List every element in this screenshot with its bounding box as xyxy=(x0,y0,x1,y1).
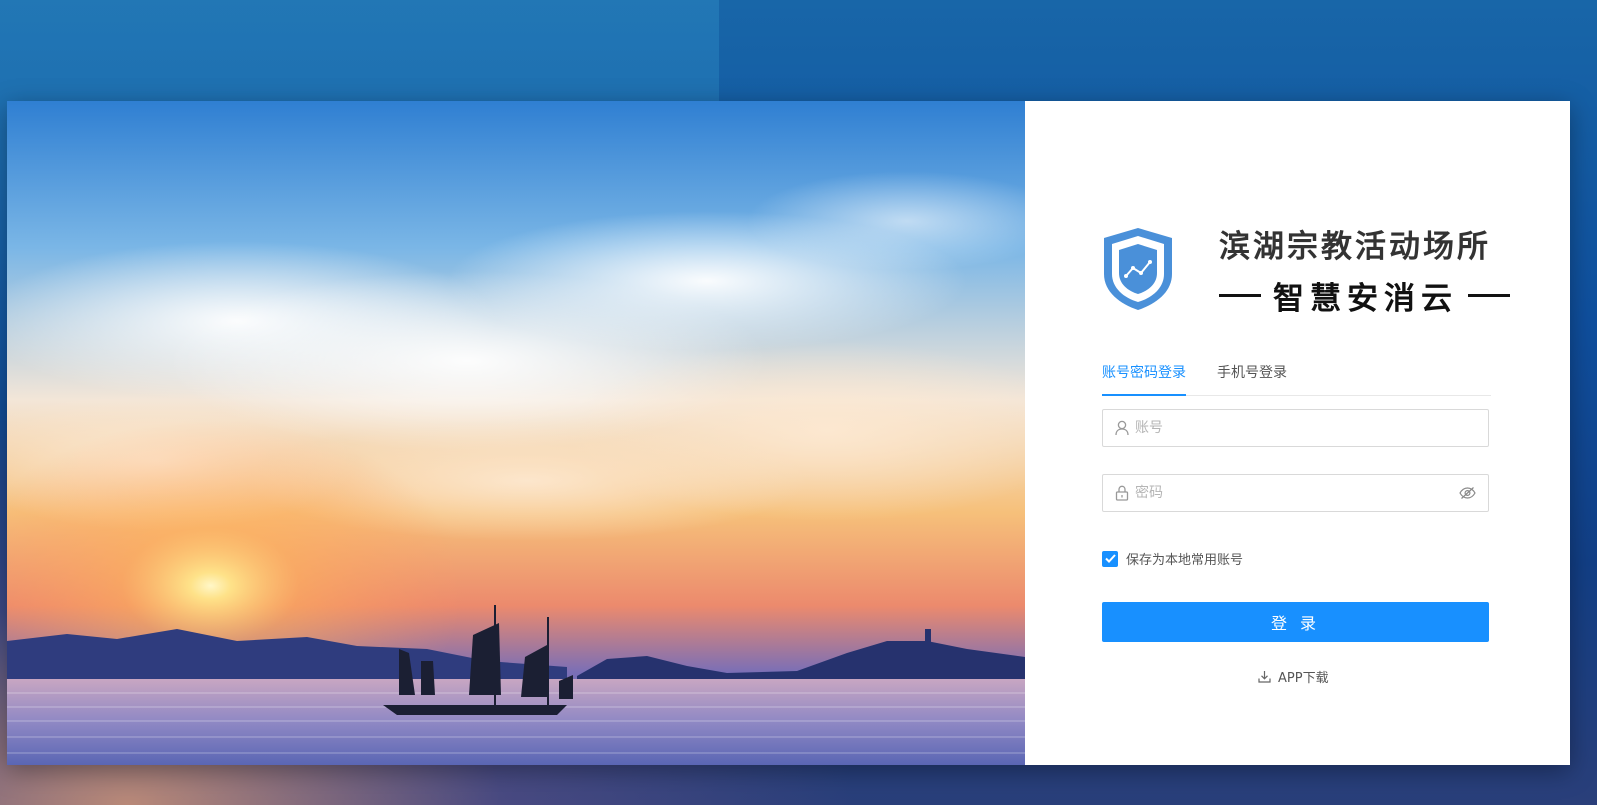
brand-logo: 滨湖宗教活动场所 智慧安消云 xyxy=(1102,221,1522,321)
username-input[interactable] xyxy=(1135,413,1488,443)
tab-account-password[interactable]: 账号密码登录 xyxy=(1102,363,1186,396)
shield-icon xyxy=(1104,228,1172,310)
password-field[interactable] xyxy=(1102,474,1489,512)
brand-subtitle-text: 智慧安消云 xyxy=(1273,281,1458,317)
login-card: 滨湖宗教活动场所 智慧安消云 账号密码登录 手机号登录 账号 保存为本地常用账号… xyxy=(7,101,1570,765)
app-download-label: APP下载 xyxy=(1278,671,1329,686)
scenic-image xyxy=(7,101,1025,765)
brand-subtitle: 智慧安消云 xyxy=(1219,273,1510,318)
remember-label: 保存为本地常用账号 xyxy=(1126,553,1244,568)
login-tabs: 账号密码登录 手机号登录 xyxy=(1102,363,1491,396)
user-icon xyxy=(1115,420,1129,436)
download-icon xyxy=(1258,671,1271,683)
username-field[interactable] xyxy=(1102,409,1489,447)
brand-title: 滨湖宗教活动场所 xyxy=(1219,229,1491,265)
app-download-link[interactable]: APP下载 xyxy=(1258,667,1329,686)
remember-checkbox[interactable] xyxy=(1102,550,1118,567)
lock-icon xyxy=(1115,485,1129,501)
tab-phone[interactable]: 手机号登录 xyxy=(1217,363,1287,394)
remember-account[interactable]: 保存为本地常用账号 xyxy=(1102,549,1243,568)
login-panel: 滨湖宗教活动场所 智慧安消云 账号密码登录 手机号登录 账号 保存为本地常用账号… xyxy=(1025,101,1570,765)
check-icon xyxy=(1104,554,1116,563)
subtitle-dash-left xyxy=(1219,294,1261,297)
eye-off-icon[interactable] xyxy=(1458,485,1476,501)
subtitle-dash-right xyxy=(1468,294,1510,297)
login-button[interactable]: 登 录 xyxy=(1102,602,1489,642)
password-input[interactable] xyxy=(1135,478,1458,508)
